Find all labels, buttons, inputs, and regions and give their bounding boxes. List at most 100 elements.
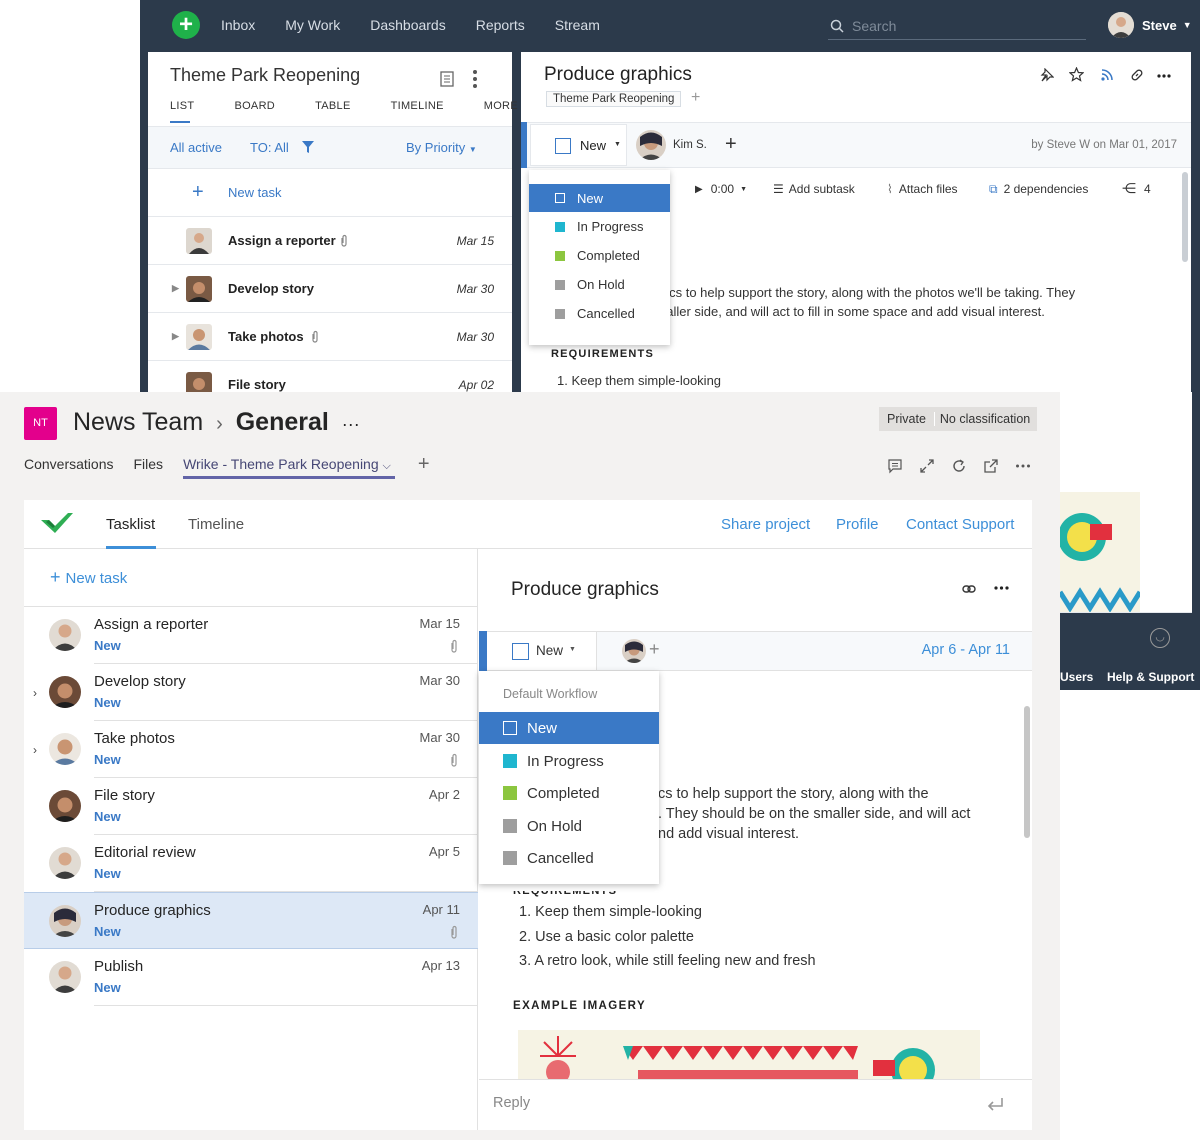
more-icon[interactable]: ··· [342,414,360,434]
task-row[interactable]: ▶ Take photos Mar 30 [148,312,512,360]
new-task-button[interactable]: + New task [50,567,127,588]
assignee-avatar[interactable] [636,130,666,160]
add-assignee-icon[interactable]: + [725,133,737,156]
profile-link[interactable]: Profile [836,516,879,533]
chevron-down-icon: ▼ [569,646,576,653]
tab-files[interactable]: Files [134,456,164,473]
expand-icon[interactable]: ▶ [172,283,179,294]
task-status: New [94,866,121,881]
task-row[interactable]: › Develop story New Mar 30 [24,664,478,721]
dependencies-button[interactable]: ⧉ 2 dependencies [989,182,1088,197]
emoji-icon[interactable]: ◡ [1150,628,1170,648]
status-option-on-hold[interactable]: On Hold [529,270,670,299]
reply-box[interactable]: Reply [479,1079,1032,1130]
tab-board[interactable]: BOARD [234,100,275,112]
link-icon[interactable] [962,585,976,593]
task-row[interactable]: File story Apr 02 [148,360,512,392]
more-icon[interactable] [1157,74,1171,78]
task-row[interactable]: Editorial review New Apr 5 [24,835,478,892]
share-button[interactable]: ⋲ 4 [1122,180,1151,197]
expand-icon[interactable]: › [33,743,37,757]
task-row-selected[interactable]: Produce graphics New Apr 11 [24,892,478,949]
tab-tasklist[interactable]: Tasklist [106,516,155,533]
add-tag-icon[interactable]: + [691,89,700,107]
star-icon[interactable] [1069,67,1084,82]
timer-value[interactable]: 0:00 [711,182,734,196]
tab-table[interactable]: TABLE [315,100,351,112]
plus-icon[interactable]: + [192,182,204,202]
status-option-on-hold[interactable]: On Hold [479,810,659,842]
task-row[interactable]: ▶ Develop story Mar 30 [148,264,512,312]
pin-icon[interactable] [1040,68,1054,82]
tab-conversations[interactable]: Conversations [24,456,114,473]
notes-icon[interactable] [440,71,454,87]
add-subtask-button[interactable]: ☰ Add subtask [773,182,855,196]
requirements-list: 1. Keep them simple-looking 2. Use a bas… [519,900,816,974]
tab-more[interactable]: MORE [484,100,518,112]
task-status: New [94,752,121,767]
sort-dropdown[interactable]: By Priority ▼ [406,140,477,155]
tab-timeline[interactable]: TIMELINE [391,100,444,112]
filter-assignee[interactable]: TO: All [250,140,289,155]
active-tab-indicator [170,121,190,123]
filter-all-active[interactable]: All active [170,140,222,155]
link-icon[interactable] [1130,68,1144,82]
task-row[interactable]: › Take photos New Mar 30 [24,721,478,778]
task-row[interactable]: Assign a reporter Mar 15 [148,216,512,264]
add-tab-icon[interactable]: + [418,454,430,474]
expand-icon[interactable] [919,458,935,474]
project-tag[interactable]: Theme Park Reopening [546,91,682,107]
more-icon[interactable] [1015,458,1031,474]
attach-files-button[interactable]: ⌇ Attach files [887,182,958,196]
refresh-icon[interactable] [951,458,967,474]
conversation-icon[interactable] [887,458,903,474]
status-option-in-progress[interactable]: In Progress [479,745,659,777]
send-icon[interactable] [987,1098,1003,1112]
user-menu[interactable]: Steve ▼ [1108,12,1192,38]
tab-wrike[interactable]: Wrike - Theme Park Reopening ⌵ [183,456,395,479]
status-option-cancelled[interactable]: Cancelled [479,842,659,874]
new-task-button[interactable]: New task [228,185,281,200]
contact-support-link[interactable]: Contact Support [906,516,1014,533]
status-option-cancelled[interactable]: Cancelled [529,299,670,328]
expand-icon[interactable]: ▶ [172,331,179,342]
expand-icon[interactable]: › [33,686,37,700]
scrollbar[interactable] [1024,706,1030,838]
date-range[interactable]: Apr 6 - Apr 11 [922,642,1010,658]
assignee-avatar[interactable] [622,639,646,663]
task-row[interactable]: Publish New Apr 13 [24,949,478,1006]
play-icon[interactable]: ▶ [695,184,703,195]
footer-help-link[interactable]: Help & Support [1107,670,1194,684]
more-icon[interactable] [994,586,1009,590]
status-option-new[interactable]: New [479,712,659,744]
create-new-button[interactable]: + [172,11,200,39]
footer-users-link[interactable]: Users [1060,670,1093,684]
share-project-link[interactable]: Share project [721,516,810,533]
task-date: Apr 2 [428,787,460,802]
nav-inbox[interactable]: Inbox [221,17,255,33]
status-dropdown[interactable]: New ▼ [530,124,627,166]
status-option-new[interactable]: New [529,184,670,212]
nav-dashboards[interactable]: Dashboards [370,17,446,33]
filter-icon[interactable] [302,141,314,153]
search-placeholder: Search [852,18,897,34]
add-assignee-icon[interactable]: + [649,639,660,660]
nav-my-work[interactable]: My Work [285,17,340,33]
rss-icon[interactable] [1101,69,1113,81]
search-input[interactable]: Search [828,15,1086,40]
status-dropdown[interactable]: New ▼ [487,632,597,670]
nav-stream[interactable]: Stream [555,17,600,33]
task-row[interactable]: Assign a reporter New Mar 15 [24,607,478,664]
tab-list[interactable]: LIST [170,100,194,112]
status-option-in-progress[interactable]: In Progress [529,212,670,241]
more-vertical-icon[interactable] [472,69,478,89]
status-option-completed[interactable]: Completed [529,241,670,270]
reply-input[interactable]: Reply [493,1095,530,1111]
nav-reports[interactable]: Reports [476,17,525,33]
status-option-completed[interactable]: Completed [479,777,659,809]
open-external-icon[interactable] [983,458,999,474]
team-name[interactable]: News Team [73,408,203,436]
scrollbar[interactable] [1182,172,1188,262]
tab-timeline[interactable]: Timeline [188,516,244,533]
task-row[interactable]: File story New Apr 2 [24,778,478,835]
